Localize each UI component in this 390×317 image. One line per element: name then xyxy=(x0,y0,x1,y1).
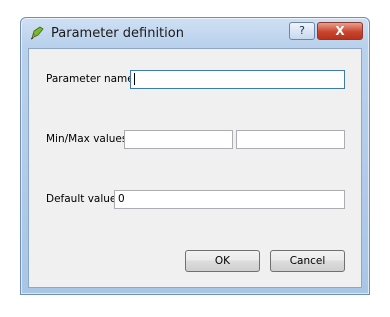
text-caret xyxy=(134,73,135,85)
min-value-input[interactable] xyxy=(124,130,233,149)
min-max-label: Min/Max values xyxy=(46,133,128,145)
qgis-pencil-icon xyxy=(29,25,45,41)
default-value-input[interactable]: 0 xyxy=(114,190,345,209)
parameter-definition-dialog: Parameter definition ? X Parameter name … xyxy=(20,17,370,295)
close-button[interactable]: X xyxy=(317,22,363,40)
parameter-name-input[interactable] xyxy=(130,70,345,89)
max-value-input[interactable] xyxy=(236,130,345,149)
window-title: Parameter definition xyxy=(51,26,184,41)
help-button[interactable]: ? xyxy=(289,22,315,40)
ok-button[interactable]: OK xyxy=(185,250,260,272)
dialog-body: Parameter name Min/Max values Default va… xyxy=(28,48,362,288)
parameter-name-label: Parameter name xyxy=(46,73,134,85)
default-value-label: Default value xyxy=(46,193,117,205)
title-bar[interactable]: Parameter definition ? X xyxy=(21,18,369,48)
cancel-button[interactable]: Cancel xyxy=(270,250,345,272)
